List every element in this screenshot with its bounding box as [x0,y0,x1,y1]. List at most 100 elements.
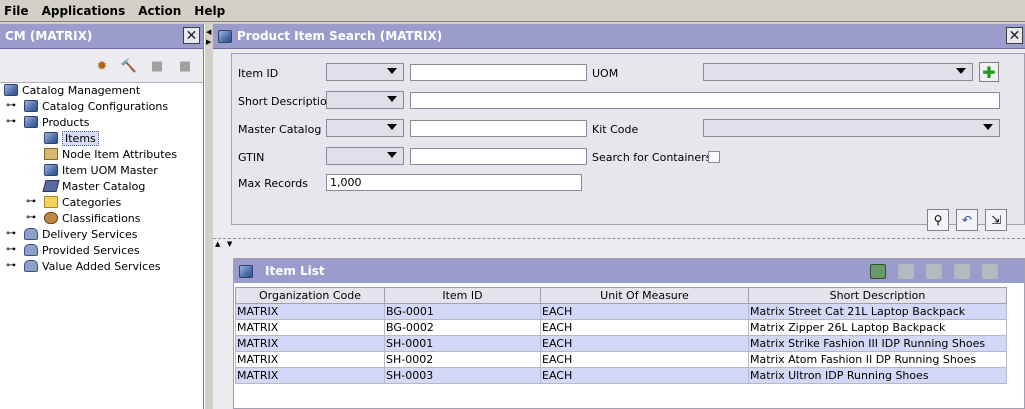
expand-toggle-icon[interactable]: ⊶ [6,117,16,127]
gtin-label: GTIN [238,151,265,164]
item-id-label: Item ID [238,67,279,80]
add-uom-button[interactable]: ✚ [979,62,999,82]
collapse-up-arrow-icon[interactable]: ▲ [215,240,220,248]
table-row[interactable]: MATRIX BG-0001 EACH Matrix Street Cat 21… [235,303,1007,320]
tree-item-master-catalog[interactable]: Master Catalog [42,178,146,194]
disabled-action-icon-3[interactable] [954,264,970,279]
column-header-item-id[interactable]: Item ID [384,287,541,304]
cube-icon [24,116,38,128]
cell-organization-code: MATRIX [235,351,385,368]
cell-unit-of-measure: EACH [540,367,749,384]
plus-icon: ✚ [982,62,996,82]
kit-code-label: Kit Code [592,123,639,136]
expand-down-arrow-icon[interactable]: ▼ [227,240,232,248]
master-catalog-label: Master Catalog [238,123,322,136]
cell-item-id: SH-0001 [384,335,541,352]
column-header-unit-of-measure[interactable]: Unit Of Measure [540,287,749,304]
cube-icon [24,100,38,112]
tree-item-value-added-services[interactable]: Value Added Services [24,258,161,274]
collapse-left-arrow-icon[interactable]: ◀ [206,28,211,36]
dropdown-arrow-icon [983,124,993,130]
disabled-tool-icon-1[interactable]: ■ [148,57,166,75]
item-id-input[interactable] [410,64,587,81]
table-row[interactable]: MATRIX SH-0001 EACH Matrix Strike Fashio… [235,335,1007,352]
tree-item-items[interactable]: Items [44,130,99,146]
pane-splitter[interactable]: ◀ ▶ [204,24,212,409]
close-main-panel-button[interactable]: ✕ [1006,27,1023,44]
disabled-tool-icon-2[interactable]: ■ [176,57,194,75]
cell-unit-of-measure: EACH [540,335,749,352]
cell-unit-of-measure: EACH [540,303,749,320]
expand-toggle-icon[interactable]: ⊶ [26,213,36,223]
gtin-input[interactable] [410,148,587,165]
menu-action[interactable]: Action [138,4,181,18]
person-icon [24,228,38,240]
item-id-qualifier-select[interactable] [326,63,404,81]
cell-organization-code: MATRIX [235,319,385,336]
tree-item-label: Classifications [62,211,141,225]
tree-item-products[interactable]: Products [24,114,90,130]
dropdown-arrow-icon [387,124,397,130]
settings-gear-icon[interactable]: ✹ [93,57,111,75]
expand-toggle-icon[interactable]: ⊶ [6,245,16,255]
menu-help[interactable]: Help [194,4,225,18]
tree-item-label: Node Item Attributes [62,147,178,161]
tree-item-classifications[interactable]: Classifications [44,210,141,226]
table-row[interactable]: MATRIX SH-0002 EACH Matrix Atom Fashion … [235,351,1007,368]
gtin-qualifier-select[interactable] [326,147,404,165]
close-icon: ✕ [185,27,198,44]
tree-item-delivery-services[interactable]: Delivery Services [24,226,138,242]
cell-organization-code: MATRIX [235,303,385,320]
hammer-icon[interactable]: 🔨 [120,57,138,75]
export-button[interactable]: ⇲ [985,209,1007,231]
gear-icon [44,212,58,224]
item-list-title: Item List [265,264,325,278]
menu-applications[interactable]: Applications [42,4,126,18]
master-catalog-input[interactable] [410,120,587,137]
close-left-panel-button[interactable]: ✕ [183,27,200,44]
column-header-organization-code[interactable]: Organization Code [235,287,385,304]
cube-icon [44,132,58,144]
dropdown-arrow-icon [956,68,966,74]
cell-short-description: Matrix Strike Fashion III IDP Running Sh… [748,335,1007,352]
expand-toggle-icon[interactable]: ⊶ [6,261,16,271]
reset-button[interactable]: ↶ [956,209,978,231]
uom-select[interactable] [703,63,973,81]
expand-toggle-icon[interactable]: ⊶ [6,101,16,111]
search-button[interactable]: ⚲ [927,209,949,231]
panel-divider[interactable]: ▲ ▼ [213,238,1025,248]
tree-item-label: Catalog Configurations [42,99,169,113]
tree-item-label: Provided Services [42,243,140,257]
search-for-containers-checkbox[interactable] [708,151,720,163]
short-description-qualifier-select[interactable] [326,91,404,109]
max-records-input[interactable]: 1,000 [326,174,582,191]
new-item-icon[interactable] [870,264,886,279]
expand-toggle-icon[interactable]: ⊶ [6,229,16,239]
item-list-panel: Item List Organization Code Item ID Unit… [233,258,1025,409]
expand-toggle-icon[interactable]: ⊶ [26,197,36,207]
cell-unit-of-measure: EACH [540,351,749,368]
item-list-header: Item List [234,259,1024,283]
tree-item-label: Master Catalog [62,179,146,193]
table-header-row: Organization Code Item ID Unit Of Measur… [235,287,1007,304]
tree-item-catalog-configurations[interactable]: Catalog Configurations [24,98,168,114]
tree-item-provided-services[interactable]: Provided Services [24,242,140,258]
dropdown-arrow-icon [387,152,397,158]
disabled-action-icon-1[interactable] [898,264,914,279]
main-panel-header: Product Item Search (MATRIX) ✕ [213,24,1025,49]
table-row[interactable]: MATRIX SH-0003 EACH Matrix Ultron IDP Ru… [235,367,1007,384]
menu-file[interactable]: File [4,4,29,18]
disabled-action-icon-2[interactable] [926,264,942,279]
disabled-edit-icon[interactable] [982,264,998,279]
master-catalog-qualifier-select[interactable] [326,119,404,137]
table-row[interactable]: MATRIX BG-0002 EACH Matrix Zipper 26L La… [235,319,1007,336]
kit-code-select[interactable] [703,119,1000,137]
page-title: Product Item Search (MATRIX) [237,29,443,43]
tree-item-categories[interactable]: Categories [44,194,121,210]
short-description-input[interactable] [410,92,1000,109]
tree-item-catalog-management[interactable]: Catalog Management [4,82,140,98]
expand-right-arrow-icon[interactable]: ▶ [206,38,211,46]
tree-item-item-uom-master[interactable]: Item UOM Master [44,162,158,178]
column-header-short-description[interactable]: Short Description [748,287,1007,304]
tree-item-node-item-attributes[interactable]: Node Item Attributes [44,146,177,162]
